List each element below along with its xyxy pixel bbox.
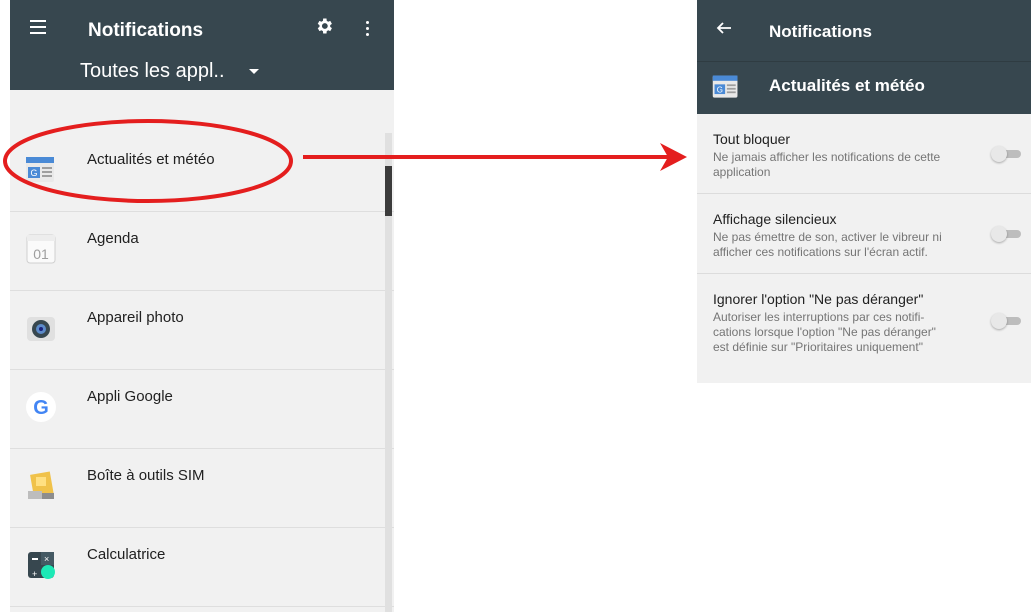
- highlight-ellipse: [3, 119, 293, 203]
- annotation-overlay: [3, 119, 687, 203]
